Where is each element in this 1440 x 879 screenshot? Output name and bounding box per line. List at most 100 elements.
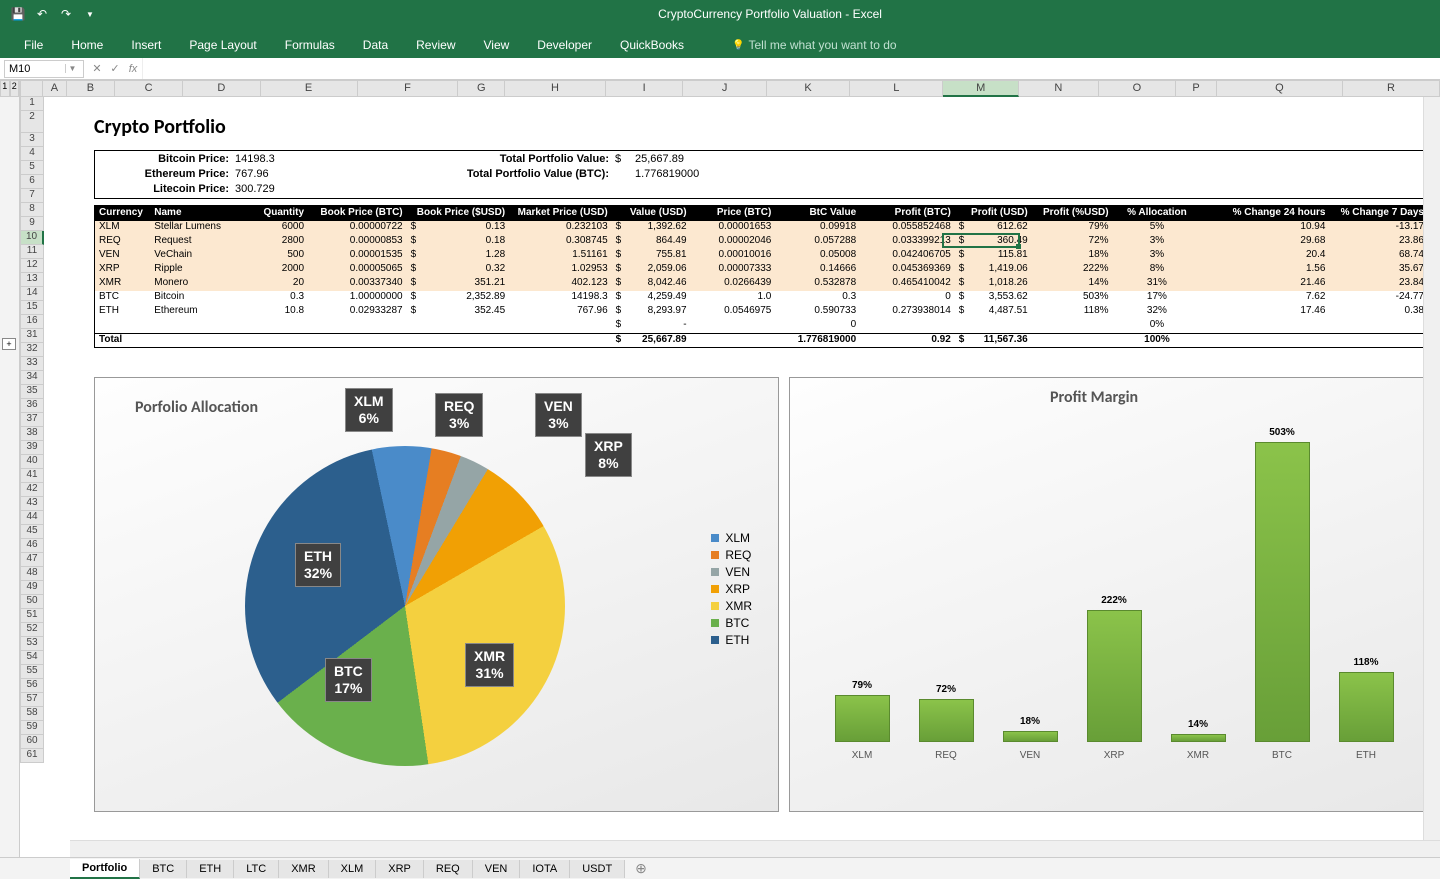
undo-icon[interactable]: ↶ (32, 4, 52, 24)
row-header[interactable]: 43 (20, 497, 44, 511)
row-header[interactable]: 12 (20, 259, 44, 273)
column-header[interactable]: H (505, 80, 606, 97)
column-header[interactable]: G (458, 80, 505, 97)
row-header[interactable]: 60 (20, 735, 44, 749)
chevron-down-icon[interactable]: ▼ (65, 64, 79, 73)
tab-data[interactable]: Data (349, 32, 402, 58)
row-header[interactable]: 56 (20, 679, 44, 693)
column-header[interactable]: B (67, 80, 116, 97)
row-header[interactable]: 33 (20, 357, 44, 371)
row-header[interactable]: 61 (20, 749, 44, 763)
redo-icon[interactable]: ↷ (56, 4, 76, 24)
tab-developer[interactable]: Developer (523, 32, 606, 58)
name-box[interactable]: M10 ▼ (4, 60, 84, 78)
horizontal-scrollbar[interactable] (70, 840, 1440, 857)
column-header[interactable]: M (943, 80, 1019, 97)
cells-area[interactable]: Crypto Portfolio Bitcoin Price:14198.3To… (44, 97, 1440, 763)
sheet-tab[interactable]: XRP (376, 860, 424, 878)
sheet-tab[interactable]: IOTA (520, 860, 570, 878)
row-header[interactable]: 15 (20, 301, 44, 315)
row-header[interactable]: 10 (20, 231, 44, 245)
formula-input[interactable] (142, 58, 1440, 79)
expand-icon[interactable]: + (2, 338, 16, 350)
sheet-tab[interactable]: ETH (187, 860, 234, 878)
row-header[interactable]: 44 (20, 511, 44, 525)
row-header[interactable]: 32 (20, 343, 44, 357)
column-header[interactable]: C (115, 80, 183, 97)
vertical-scrollbar[interactable] (1423, 97, 1440, 840)
sheet-tab[interactable]: USDT (570, 860, 625, 878)
outline-level-1[interactable]: 1 (0, 80, 10, 97)
row-header[interactable]: 3 (20, 133, 44, 147)
tab-insert[interactable]: Insert (117, 32, 175, 58)
sheet-tab[interactable]: LTC (234, 860, 279, 878)
row-header[interactable]: 36 (20, 399, 44, 413)
row-header[interactable]: 8 (20, 203, 44, 217)
row-header[interactable]: 7 (20, 189, 44, 203)
row-header[interactable]: 13 (20, 273, 44, 287)
row-header[interactable]: 46 (20, 539, 44, 553)
row-header[interactable]: 50 (20, 595, 44, 609)
row-header[interactable]: 35 (20, 385, 44, 399)
row-header[interactable]: 6 (20, 175, 44, 189)
tab-review[interactable]: Review (402, 32, 469, 58)
tab-formulas[interactable]: Formulas (271, 32, 349, 58)
row-header[interactable]: 53 (20, 637, 44, 651)
column-header[interactable]: L (850, 80, 943, 97)
sheet-tab[interactable]: XMR (279, 860, 328, 878)
add-sheet-icon[interactable]: ⊕ (625, 857, 657, 879)
row-header[interactable]: 51 (20, 609, 44, 623)
fx-icon[interactable]: fx (124, 63, 142, 75)
qat-dropdown-icon[interactable]: ▼ (80, 4, 100, 24)
row-header[interactable]: 55 (20, 665, 44, 679)
sheet-tab[interactable]: REQ (424, 860, 473, 878)
sheet-tab[interactable]: XLM (329, 860, 377, 878)
column-header[interactable]: F (358, 80, 459, 97)
row-header[interactable]: 57 (20, 693, 44, 707)
row-header[interactable]: 1 (20, 97, 44, 111)
column-header[interactable]: N (1019, 80, 1099, 97)
select-all-corner[interactable] (20, 80, 43, 97)
row-header[interactable]: 37 (20, 413, 44, 427)
chart-profit-margin[interactable]: Profit Margin 79%XLM72%REQ18%VEN222%XRP1… (789, 377, 1429, 812)
row-header[interactable]: 59 (20, 721, 44, 735)
column-header[interactable]: E (261, 80, 358, 97)
column-header[interactable]: O (1099, 80, 1177, 97)
row-header[interactable]: 40 (20, 455, 44, 469)
row-header[interactable]: 11 (20, 245, 44, 259)
row-header[interactable]: 48 (20, 567, 44, 581)
row-header[interactable]: 39 (20, 441, 44, 455)
row-header[interactable]: 49 (20, 581, 44, 595)
column-header[interactable]: I (606, 80, 684, 97)
sheet-tab[interactable]: BTC (140, 860, 187, 878)
sheet-tab[interactable]: Portfolio (70, 859, 140, 879)
row-header[interactable]: 2 (20, 111, 44, 133)
row-header[interactable]: 5 (20, 161, 44, 175)
outline-level-2[interactable]: 2 (10, 80, 20, 97)
column-header[interactable]: Q (1217, 80, 1343, 97)
row-header[interactable]: 14 (20, 287, 44, 301)
column-header[interactable]: R (1343, 80, 1440, 97)
tab-file[interactable]: File (10, 32, 57, 58)
row-header[interactable]: 42 (20, 483, 44, 497)
row-header[interactable]: 38 (20, 427, 44, 441)
row-header[interactable]: 16 (20, 315, 44, 329)
row-header[interactable]: 41 (20, 469, 44, 483)
row-header[interactable]: 34 (20, 371, 44, 385)
tab-quickbooks[interactable]: QuickBooks (606, 32, 698, 58)
row-header[interactable]: 4 (20, 147, 44, 161)
tab-view[interactable]: View (470, 32, 524, 58)
column-header[interactable]: A (43, 80, 66, 97)
row-header[interactable]: 52 (20, 623, 44, 637)
row-header[interactable]: 54 (20, 651, 44, 665)
sheet-tab[interactable]: VEN (473, 860, 521, 878)
row-header[interactable]: 9 (20, 217, 44, 231)
row-header[interactable]: 45 (20, 525, 44, 539)
column-header[interactable]: J (683, 80, 766, 97)
enter-icon[interactable]: ✓ (106, 62, 124, 75)
chart-portfolio-allocation[interactable]: Porfolio Allocation XLM6%REQ3%VEN3%XRP8%… (94, 377, 779, 812)
tab-page-layout[interactable]: Page Layout (175, 32, 270, 58)
row-header[interactable]: 47 (20, 553, 44, 567)
row-header[interactable]: 31 (20, 329, 44, 343)
tell-me-search[interactable]: 💡Tell me what you want to do (718, 32, 911, 58)
